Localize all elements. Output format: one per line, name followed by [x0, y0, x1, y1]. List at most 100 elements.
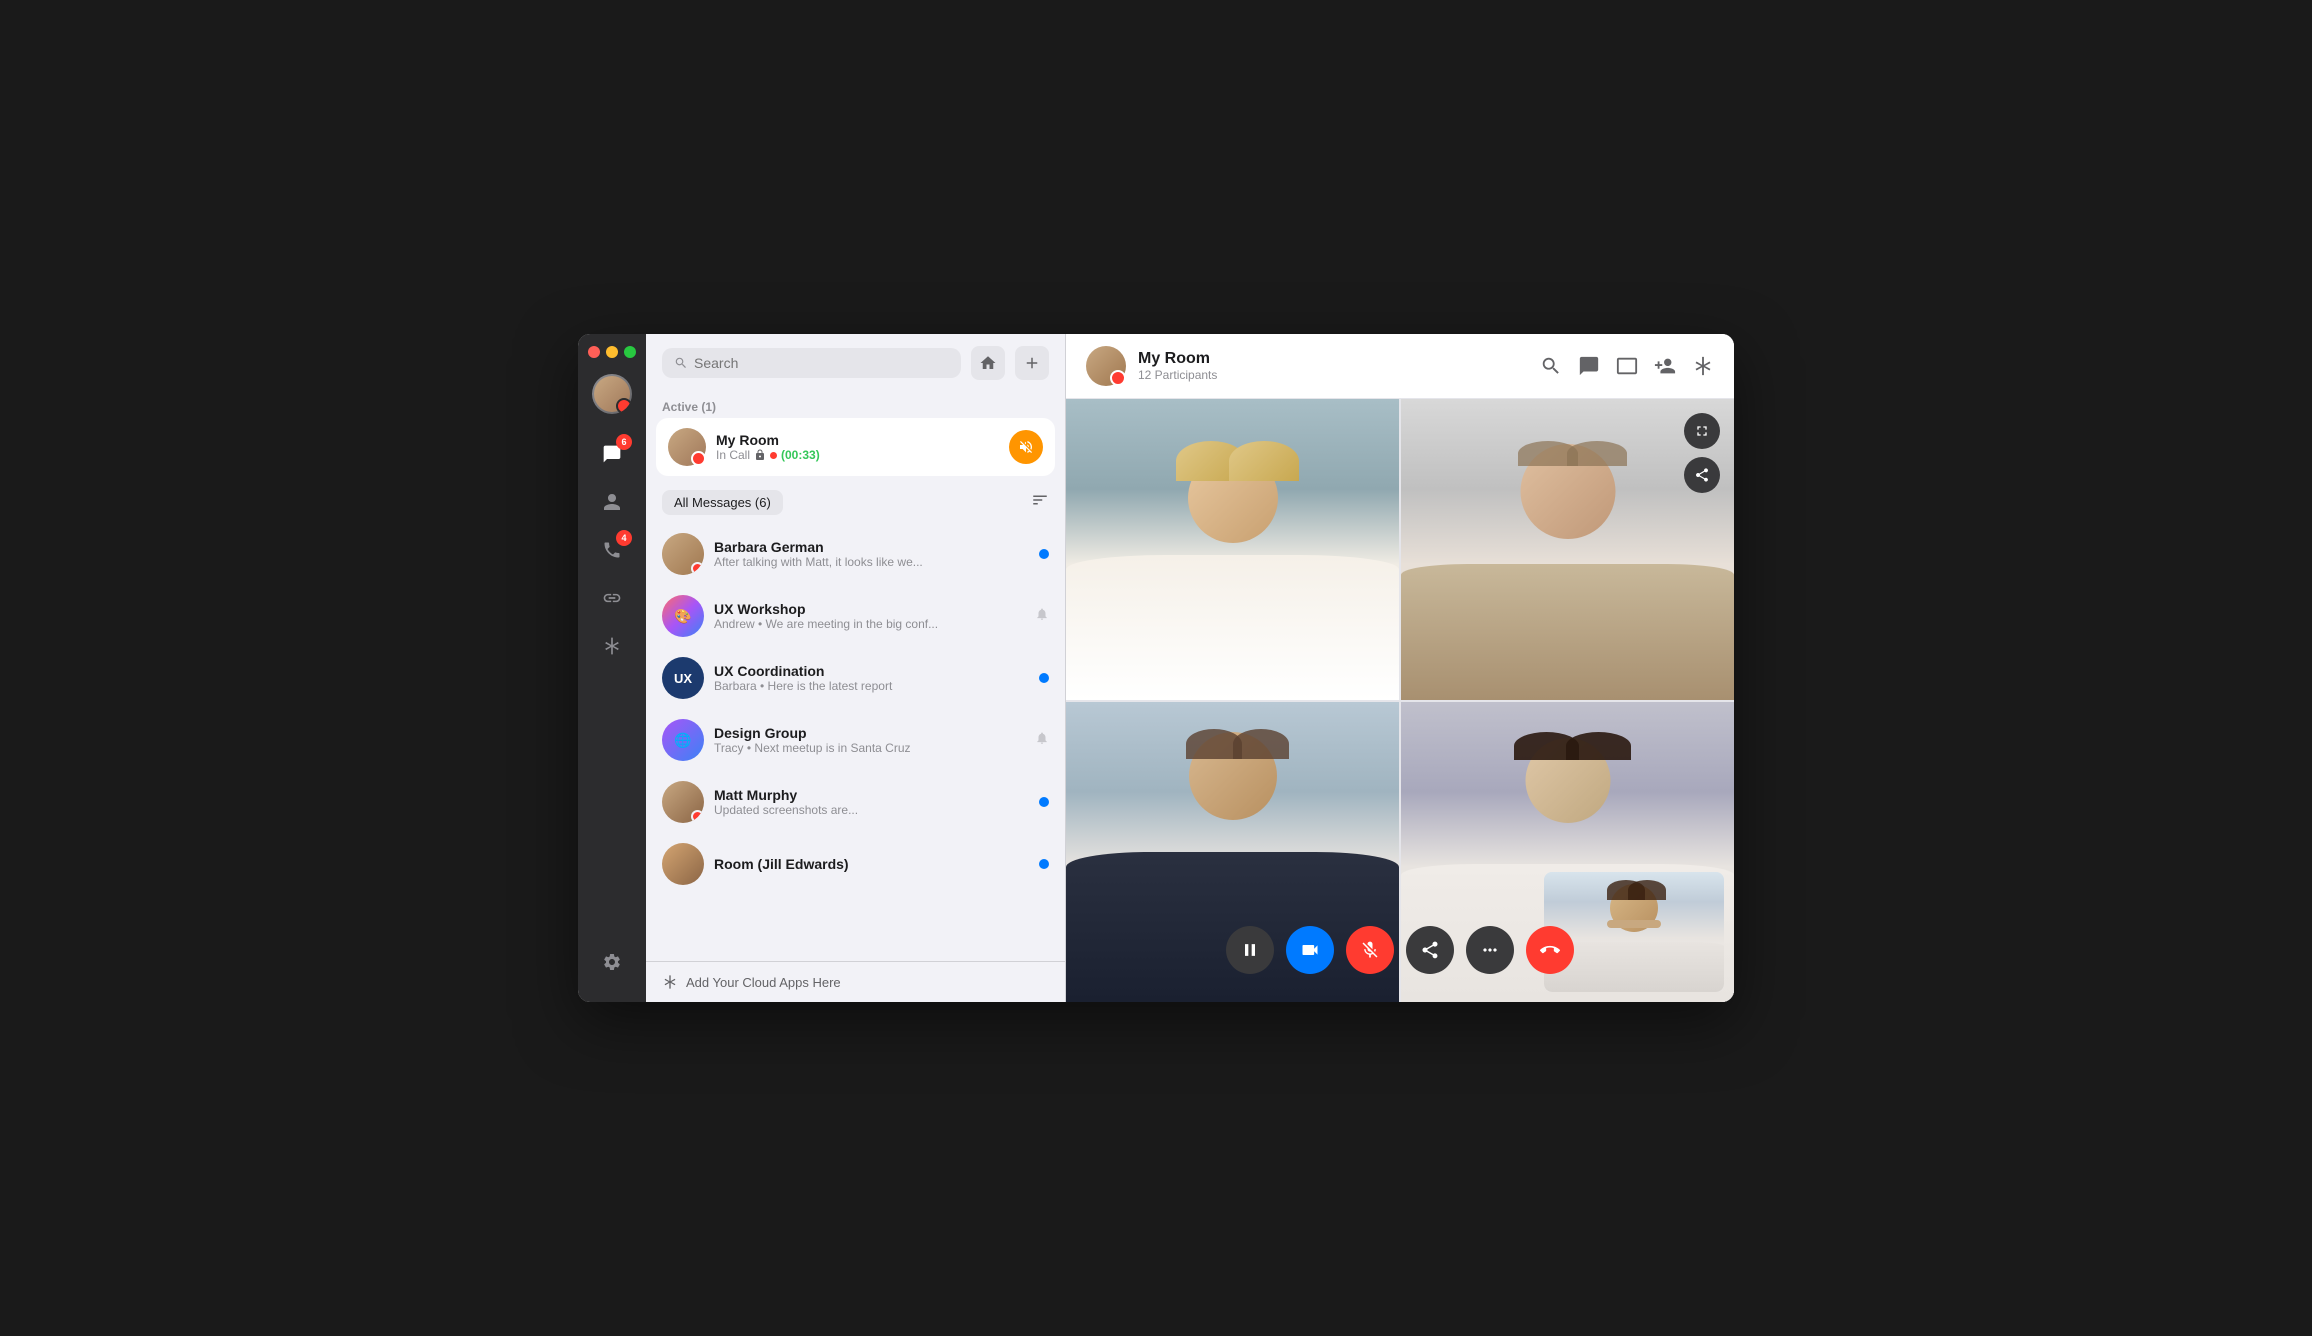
- message-preview: After talking with Matt, it looks like w…: [714, 555, 1029, 569]
- home-button[interactable]: [971, 346, 1005, 380]
- message-preview: Updated screenshots are...: [714, 803, 1029, 817]
- float-buttons: [1684, 413, 1720, 493]
- active-call-name: My Room: [716, 432, 999, 448]
- message-preview: Tracy • Next meetup is in Santa Cruz: [714, 741, 1025, 755]
- close-button[interactable]: [588, 346, 600, 358]
- video-cell-1: [1066, 399, 1399, 700]
- avatar: 🌐: [662, 719, 704, 761]
- message-meta: [1039, 549, 1049, 559]
- list-item[interactable]: 🎨 UX Workshop Andrew • We are meeting in…: [654, 585, 1057, 647]
- avatar: 🎨: [662, 595, 704, 637]
- pause-button[interactable]: [1226, 926, 1274, 974]
- messages-panel: Active (1) My Room In Call (00:33) All M…: [646, 334, 1066, 1002]
- message-info: Barbara German After talking with Matt, …: [714, 539, 1029, 569]
- message-info: UX Coordination Barbara • Here is the la…: [714, 663, 1029, 693]
- unread-indicator: [1039, 673, 1049, 683]
- avatar: [662, 843, 704, 885]
- share-screen-button[interactable]: [1684, 457, 1720, 493]
- participant-count: 12 Participants: [1138, 368, 1528, 382]
- traffic-lights: [578, 346, 636, 358]
- unread-indicator: [1039, 549, 1049, 559]
- add-person-icon[interactable]: [1654, 355, 1676, 377]
- minimize-button[interactable]: [606, 346, 618, 358]
- active-call-status: In Call (00:33): [716, 448, 999, 462]
- message-meta: [1039, 797, 1049, 807]
- video-grid: [1066, 399, 1734, 1002]
- avatar: [662, 533, 704, 575]
- active-call-avatar: [668, 428, 706, 466]
- asterisk-icon: [662, 974, 678, 990]
- contact-name: Matt Murphy: [714, 787, 1029, 803]
- video-button[interactable]: [1286, 926, 1334, 974]
- mute-mic-button[interactable]: [1346, 926, 1394, 974]
- message-info: UX Workshop Andrew • We are meeting in t…: [714, 601, 1025, 631]
- expand-button[interactable]: [1684, 413, 1720, 449]
- active-call-item[interactable]: My Room In Call (00:33): [656, 418, 1055, 476]
- list-item[interactable]: Barbara German After talking with Matt, …: [654, 523, 1057, 585]
- message-meta: [1039, 859, 1049, 869]
- main-header: My Room 12 Participants: [1066, 334, 1734, 399]
- message-preview: Barbara • Here is the latest report: [714, 679, 1029, 693]
- message-preview: Andrew • We are meeting in the big conf.…: [714, 617, 1025, 631]
- message-info: Design Group Tracy • Next meetup is in S…: [714, 725, 1025, 755]
- room-title: My Room 12 Participants: [1138, 350, 1528, 382]
- asterisk-header-icon[interactable]: [1692, 355, 1714, 377]
- end-call-button[interactable]: [1526, 926, 1574, 974]
- panel-header: [646, 334, 1065, 392]
- header-actions: [1540, 355, 1714, 377]
- list-item[interactable]: Matt Murphy Updated screenshots are...: [654, 771, 1057, 833]
- avatar[interactable]: [592, 374, 632, 414]
- mute-button[interactable]: [1009, 430, 1043, 464]
- search-header-icon[interactable]: [1540, 355, 1562, 377]
- add-apps-label: Add Your Cloud Apps Here: [686, 975, 841, 990]
- message-meta: [1035, 607, 1049, 626]
- call-timer: (00:33): [781, 448, 820, 462]
- search-input[interactable]: [694, 355, 949, 371]
- call-indicator: [770, 452, 777, 459]
- sidebar-item-asterisk[interactable]: [592, 626, 632, 666]
- message-meta: [1039, 673, 1049, 683]
- unread-indicator: [1039, 797, 1049, 807]
- contact-name: UX Coordination: [714, 663, 1029, 679]
- add-apps-footer[interactable]: Add Your Cloud Apps Here: [646, 961, 1065, 1002]
- message-info: Matt Murphy Updated screenshots are...: [714, 787, 1029, 817]
- list-item[interactable]: UX UX Coordination Barbara • Here is the…: [654, 647, 1057, 709]
- calls-badge: 4: [616, 530, 632, 546]
- sidebar-item-calls[interactable]: 4: [592, 530, 632, 570]
- sidebar-item-links[interactable]: [592, 578, 632, 618]
- avatar: [662, 781, 704, 823]
- message-info: Room (Jill Edwards): [714, 856, 1029, 872]
- room-name: My Room: [1138, 350, 1528, 368]
- muted-icon: [1035, 607, 1049, 626]
- contact-name: Barbara German: [714, 539, 1029, 555]
- chat-badge: 6: [616, 434, 632, 450]
- maximize-button[interactable]: [624, 346, 636, 358]
- contact-name: UX Workshop: [714, 601, 1025, 617]
- app-window: 6 4: [578, 334, 1734, 1002]
- filter-bar: All Messages (6): [646, 482, 1065, 523]
- unread-indicator: [1039, 859, 1049, 869]
- sidebar-item-contacts[interactable]: [592, 482, 632, 522]
- chat-header-icon[interactable]: [1578, 355, 1600, 377]
- screen-header-icon[interactable]: [1616, 355, 1638, 377]
- sidebar-item-settings[interactable]: [592, 942, 632, 982]
- filter-dropdown[interactable]: All Messages (6): [662, 490, 783, 515]
- avatar: UX: [662, 657, 704, 699]
- list-item[interactable]: 🌐 Design Group Tracy • Next meetup is in…: [654, 709, 1057, 771]
- filter-icon[interactable]: [1031, 491, 1049, 514]
- search-icon: [674, 356, 688, 370]
- contact-name: Room (Jill Edwards): [714, 856, 1029, 872]
- room-avatar: [1086, 346, 1126, 386]
- more-button[interactable]: [1466, 926, 1514, 974]
- sidebar-item-chat[interactable]: 6: [592, 434, 632, 474]
- search-box[interactable]: [662, 348, 961, 378]
- list-item[interactable]: Room (Jill Edwards): [654, 833, 1057, 895]
- call-controls: [1226, 926, 1574, 974]
- share-button[interactable]: [1406, 926, 1454, 974]
- message-meta: [1035, 731, 1049, 750]
- messages-list: Barbara German After talking with Matt, …: [646, 523, 1065, 961]
- active-call-info: My Room In Call (00:33): [716, 432, 999, 462]
- main-content: My Room 12 Participants: [1066, 334, 1734, 1002]
- compose-button[interactable]: [1015, 346, 1049, 380]
- muted-icon: [1035, 731, 1049, 750]
